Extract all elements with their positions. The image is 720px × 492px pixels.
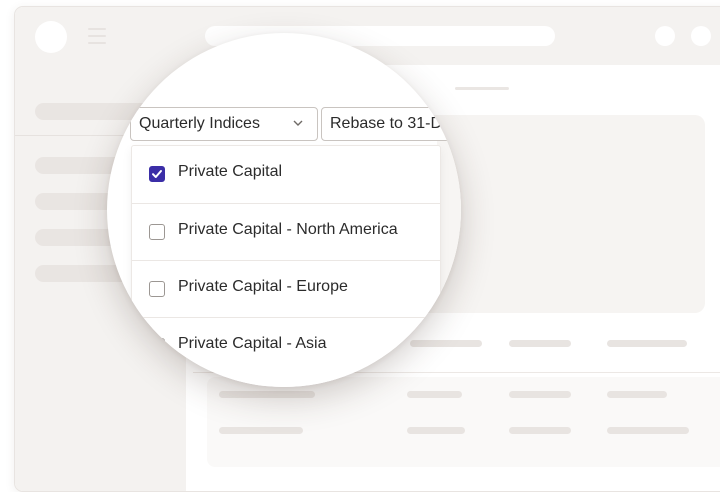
rebase-select[interactable]: Rebase to 31-De bbox=[321, 107, 461, 141]
index-dropdown-menu: Private Capital Private Capital - North … bbox=[131, 145, 441, 387]
menu-icon[interactable] bbox=[88, 28, 106, 44]
table-cell bbox=[509, 427, 571, 434]
checkbox[interactable] bbox=[149, 224, 165, 240]
table-cell bbox=[407, 427, 465, 434]
check-icon bbox=[152, 170, 162, 178]
magnifier-lens: Quarterly Indices Rebase to 31-De Privat… bbox=[107, 33, 461, 387]
avatar[interactable] bbox=[35, 21, 67, 53]
option-label: Private Capital - Europe bbox=[178, 278, 348, 295]
checkbox[interactable] bbox=[149, 338, 165, 354]
tab-indicator bbox=[455, 86, 461, 89]
table-cell bbox=[407, 391, 462, 398]
table-cell bbox=[509, 391, 571, 398]
checkbox-checked[interactable] bbox=[149, 166, 165, 182]
dropdown-option-private-capital-asia[interactable]: Private Capital - Asia bbox=[132, 317, 440, 375]
option-label: Private Capital bbox=[178, 163, 283, 180]
table-cell bbox=[607, 391, 667, 398]
table-header-cell bbox=[509, 340, 571, 347]
tab-indicator bbox=[455, 87, 509, 90]
checkbox[interactable] bbox=[149, 281, 165, 297]
option-label: Private Capital - Asia bbox=[178, 335, 327, 352]
notification-icon[interactable] bbox=[655, 26, 675, 46]
dropdown-option-private-capital[interactable]: Private Capital bbox=[132, 146, 440, 203]
table-cell bbox=[219, 391, 315, 398]
table-cell bbox=[607, 427, 689, 434]
dropdown-option-private-capital-europe[interactable]: Private Capital - Europe bbox=[132, 260, 440, 318]
view-select[interactable]: Quarterly Indices bbox=[130, 107, 318, 141]
option-label: Private Capital - North America bbox=[178, 221, 398, 238]
table-header-cell bbox=[607, 340, 687, 347]
dropdown-option-private-capital-north-america[interactable]: Private Capital - North America bbox=[132, 203, 440, 261]
chevron-down-icon bbox=[293, 120, 303, 126]
table-cell bbox=[219, 427, 303, 434]
rebase-select-value: Rebase to 31-De bbox=[330, 115, 451, 132]
view-select-value: Quarterly Indices bbox=[139, 115, 260, 132]
profile-icon[interactable] bbox=[691, 26, 711, 46]
